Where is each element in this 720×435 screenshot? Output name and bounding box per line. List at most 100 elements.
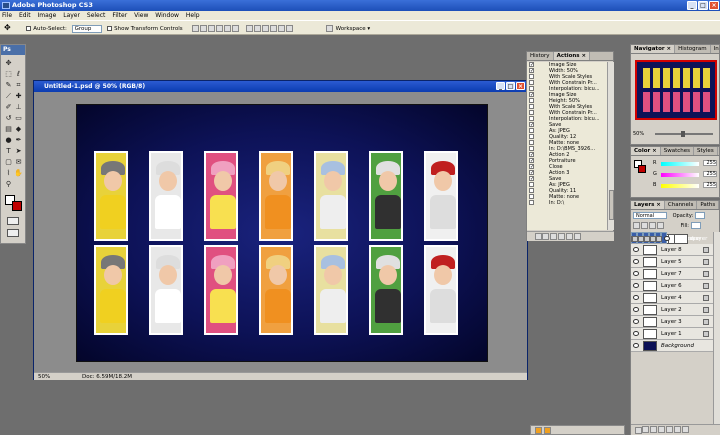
clone-stamp-icon[interactable]: ⊥ [14, 103, 23, 112]
canvas[interactable] [76, 104, 488, 362]
eye-icon[interactable] [633, 247, 639, 252]
eye-icon[interactable] [633, 259, 639, 264]
action-toggle-checkbox[interactable] [529, 80, 534, 85]
action-toggle-checkbox[interactable] [529, 134, 534, 139]
eyedropper-icon[interactable]: ⌇ [4, 169, 13, 178]
tab-histogram[interactable]: Histogram [675, 45, 711, 53]
workspace-icon[interactable] [325, 25, 333, 32]
background-color-swatch[interactable] [12, 201, 22, 211]
maximize-button[interactable]: □ [698, 1, 708, 10]
menu-help[interactable]: Help [186, 12, 200, 19]
eye-icon[interactable] [633, 343, 639, 348]
eye-icon[interactable] [633, 295, 639, 300]
minimized-panel-1[interactable] [535, 427, 542, 434]
adjustment-layer-button[interactable] [658, 426, 665, 433]
shape-tool-icon[interactable]: ▢ [4, 158, 13, 167]
layer-fx-icon[interactable] [656, 236, 662, 242]
distribute-top-button[interactable] [246, 25, 254, 32]
notes-tool-icon[interactable]: ✉ [14, 158, 23, 167]
action-toggle-checkbox[interactable] [529, 140, 534, 145]
auto-select-checkbox[interactable] [26, 26, 32, 31]
layer-row[interactable]: Layer 2 [631, 304, 713, 316]
action-toggle-checkbox[interactable]: ✓ [529, 68, 534, 74]
new-action-button[interactable] [566, 232, 573, 240]
tab-styles[interactable]: Styles [694, 147, 718, 155]
stop-action-button[interactable] [535, 233, 542, 240]
menu-edit[interactable]: Edit [19, 12, 31, 19]
align-vcenter-button[interactable] [200, 25, 208, 32]
navigator-zoom[interactable]: 50% [633, 131, 644, 137]
menu-layer[interactable]: Layer [63, 12, 80, 19]
color-bg-swatch[interactable] [638, 165, 646, 173]
layer-fx-icon[interactable] [703, 259, 709, 265]
eye-icon[interactable] [633, 271, 639, 276]
record-action-button[interactable] [542, 232, 549, 240]
tab-info[interactable]: Info [711, 45, 719, 53]
doc-maximize-button[interactable]: □ [506, 82, 515, 90]
blend-mode-dropdown[interactable]: Normal [633, 212, 667, 219]
action-row[interactable]: In: D:\ [527, 200, 607, 206]
tab-history[interactable]: History [527, 52, 554, 60]
new-group-button[interactable] [666, 426, 673, 433]
path-select-icon[interactable]: ➤ [14, 147, 23, 156]
layers-scrollbar[interactable] [713, 232, 720, 424]
b-slider[interactable] [661, 184, 699, 188]
layer-row[interactable]: Background [631, 340, 713, 352]
type-tool-icon[interactable]: T [4, 147, 13, 156]
layer-row[interactable]: Layer 3 [631, 316, 713, 328]
action-toggle-checkbox[interactable] [529, 182, 534, 187]
minimize-button[interactable]: _ [687, 1, 697, 10]
layer-row[interactable]: Layer 4 [631, 292, 713, 304]
doc-close-button[interactable]: × [516, 82, 525, 90]
eraser-tool-icon[interactable]: ▭ [14, 114, 23, 123]
pen-tool-icon[interactable]: ✒ [14, 136, 23, 145]
action-toggle-checkbox[interactable]: ✓ [529, 158, 534, 164]
align-hcenter-button[interactable] [224, 25, 232, 32]
layer-fx-icon[interactable] [703, 271, 709, 277]
action-toggle-checkbox[interactable]: ✓ [529, 164, 534, 170]
action-toggle-checkbox[interactable]: ✓ [529, 176, 534, 182]
layer-style-button[interactable] [642, 426, 649, 433]
b-value[interactable]: 255 [703, 182, 717, 188]
align-top-button[interactable] [192, 25, 200, 32]
action-toggle-checkbox[interactable] [529, 110, 534, 115]
layer-fx-icon[interactable] [703, 307, 709, 313]
action-toggle-checkbox[interactable]: ✓ [529, 62, 534, 68]
blur-tool-icon[interactable]: ◆ [14, 125, 23, 134]
actions-scrollbar[interactable] [607, 62, 614, 230]
canvas-area[interactable] [34, 92, 527, 372]
layer-row[interactable]: Layer 6 [631, 280, 713, 292]
dodge-tool-icon[interactable]: ● [4, 136, 13, 145]
layer-fx-icon[interactable] [703, 283, 709, 289]
menu-view[interactable]: View [134, 12, 148, 19]
r-value[interactable]: 255 [703, 160, 717, 166]
gradient-tool-icon[interactable]: ▤ [4, 125, 13, 134]
action-toggle-checkbox[interactable] [529, 146, 534, 151]
action-toggle-checkbox[interactable] [529, 116, 534, 121]
tab-paths[interactable]: Paths [697, 201, 719, 209]
menu-filter[interactable]: Filter [112, 12, 127, 19]
show-transform-checkbox[interactable] [107, 26, 113, 31]
lock-image-button[interactable] [641, 222, 648, 229]
align-left-button[interactable] [216, 25, 224, 32]
new-set-button[interactable] [558, 232, 565, 240]
move-tool-icon[interactable]: ✥ [4, 59, 13, 68]
action-toggle-checkbox[interactable] [529, 74, 534, 79]
minimized-panel-2[interactable] [543, 426, 551, 434]
distribute-hcenter-button[interactable] [278, 25, 286, 32]
layer-row[interactable]: Layer 3 copy [656, 232, 707, 266]
crop-tool-icon[interactable]: ⌗ [14, 81, 23, 90]
delete-action-button[interactable] [574, 232, 581, 240]
menu-file[interactable]: File [2, 12, 12, 19]
auto-select-dropdown[interactable]: Group [71, 24, 102, 33]
layer-row[interactable]: Layer 5 [631, 256, 713, 268]
tab-swatches[interactable]: Swatches [661, 147, 694, 155]
eye-icon[interactable] [664, 236, 670, 241]
lasso-tool-icon[interactable]: ℓ [14, 70, 23, 79]
eye-icon[interactable] [633, 283, 639, 288]
close-button[interactable]: × [709, 1, 719, 10]
layer-mask-button[interactable] [650, 426, 657, 433]
action-toggle-checkbox[interactable] [529, 194, 534, 199]
layer-fx-icon[interactable] [703, 319, 709, 325]
zoom-tool-icon[interactable]: ⚲ [4, 180, 13, 189]
